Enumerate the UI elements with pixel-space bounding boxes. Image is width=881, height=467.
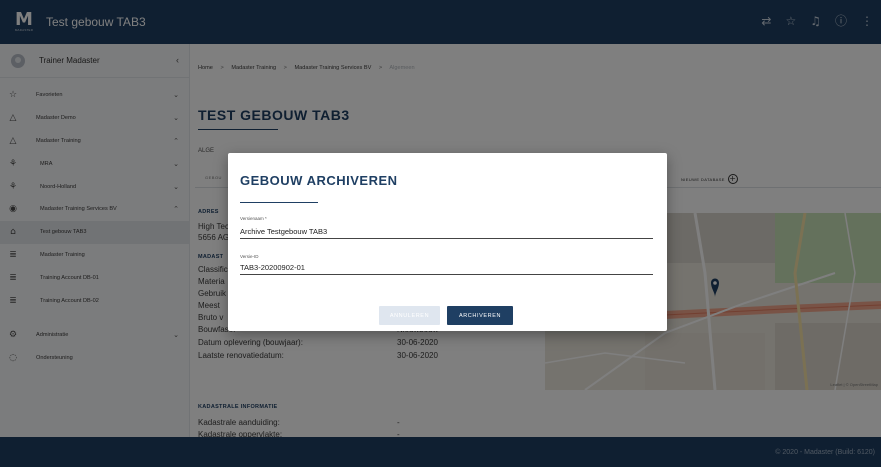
version-name-input[interactable]	[240, 225, 653, 239]
dialog-title-underline	[240, 202, 318, 203]
cancel-button[interactable]: ANNULEREN	[379, 306, 440, 325]
version-id-label: Versie-ID	[240, 254, 259, 259]
version-id-input[interactable]	[240, 261, 653, 275]
dialog-title: GEBOUW ARCHIVEREN	[240, 173, 398, 188]
version-name-label: Versienaam *	[240, 216, 267, 221]
archive-button[interactable]: ARCHIVEREN	[447, 306, 513, 325]
archive-dialog: GEBOUW ARCHIVEREN Versienaam * Versie-ID…	[228, 153, 667, 331]
